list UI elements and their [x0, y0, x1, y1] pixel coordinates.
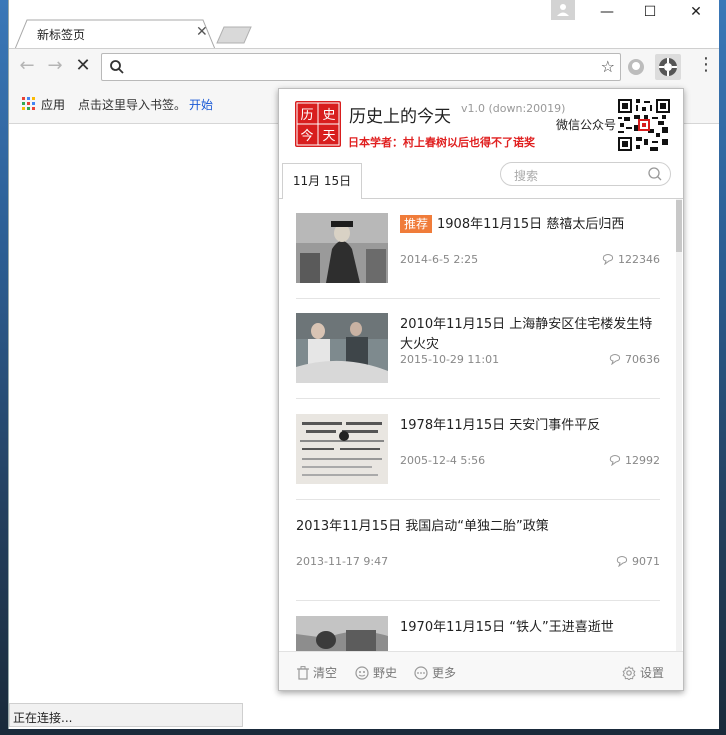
comment-count-value: 12992: [625, 454, 660, 467]
app-logo: 历 史 今 天: [295, 101, 341, 147]
item-date: 2005-12-4 5:56: [400, 454, 486, 467]
list-scrollbar-thumb[interactable]: [676, 200, 682, 252]
history-extension-button[interactable]: [655, 54, 681, 80]
back-button[interactable]: ←: [15, 55, 39, 76]
list-item[interactable]: 2010年11月15日 上海静安区住宅楼发生特大火灾 2015-10-29 11…: [296, 299, 660, 399]
forward-button[interactable]: →: [43, 55, 67, 76]
search-icon: [110, 60, 124, 74]
comment-count: 70636: [609, 353, 660, 366]
list-item[interactable]: 1978年11月15日 天安门事件平反 2005-12-4 5:56 12992: [296, 400, 660, 500]
popup-caret: [658, 89, 674, 96]
popup-footer: 清空 野史 更多 设置: [279, 651, 683, 690]
list-item[interactable]: 1970年11月15日 “铁人”王进喜逝世: [296, 602, 660, 651]
apps-grid-icon[interactable]: [22, 97, 36, 111]
item-date: 2013-11-17 9:47: [296, 555, 389, 568]
title-bar: 新标签页 ✕ — ☐ ✕: [9, 0, 719, 49]
item-title: 1978年11月15日 天安门事件平反: [400, 418, 601, 433]
item-title: 2010年11月15日 上海静安区住宅楼发生特大火灾: [400, 317, 653, 352]
history-extension-icon: [659, 58, 677, 76]
gear-icon: [622, 666, 636, 681]
status-bar: 正在连接...: [9, 703, 243, 727]
maximize-button[interactable]: ☐: [635, 4, 665, 20]
comment-icon: [609, 354, 621, 365]
history-list: 推荐 1908年11月15日 慈禧太后归西 2014-6-5 2:25 12234…: [279, 199, 683, 651]
settings-label: 设置: [640, 666, 665, 680]
clear-label: 清空: [313, 666, 338, 680]
tab-title: 新标签页: [37, 28, 86, 42]
comment-icon: [616, 556, 628, 567]
stop-button[interactable]: ✕: [71, 55, 95, 76]
history-today-popup: 历 史 今 天 历史上的今天 v1.0 (down:20019) 日本学者：村上…: [278, 88, 684, 691]
item-thumbnail: [296, 213, 388, 283]
comment-icon: [609, 455, 621, 466]
app-title: 历史上的今天: [349, 107, 451, 127]
comment-count: 12992: [609, 454, 660, 467]
list-item[interactable]: 2013年11月15日 我国启动“单独二胎”政策 2013-11-17 9:47…: [296, 501, 660, 601]
trash-icon: [297, 666, 309, 680]
item-date: 2015-10-29 11:01: [400, 353, 500, 366]
search-icon[interactable]: [647, 166, 663, 182]
more-button[interactable]: 更多: [414, 664, 456, 681]
logo-char: 今: [300, 128, 313, 144]
logo-char: 史: [322, 108, 335, 123]
wild-history-label: 野史: [373, 666, 398, 680]
wechat-label: 微信公众号: [556, 118, 617, 132]
ghost-icon: [355, 666, 369, 680]
tab-close-icon[interactable]: ✕: [196, 24, 208, 40]
wechat-qr-code: [618, 99, 670, 151]
minimize-button[interactable]: —: [592, 4, 622, 20]
more-label: 更多: [432, 666, 457, 680]
popup-search-input[interactable]: 搜索: [500, 162, 671, 186]
more-icon: [414, 666, 428, 680]
item-thumbnail: [296, 313, 388, 383]
settings-button[interactable]: 设置: [622, 664, 664, 681]
tab-new-tab[interactable]: 新标签页 ✕: [15, 19, 215, 49]
tab-date[interactable]: 11月 15日: [282, 163, 362, 199]
item-thumbnail: [296, 414, 388, 484]
close-window-button[interactable]: ✕: [681, 4, 711, 20]
recommended-badge: 推荐: [400, 215, 433, 233]
comment-count: 9071: [616, 555, 660, 568]
logo-char: 天: [322, 129, 335, 144]
menu-icon[interactable]: ⋮: [697, 54, 715, 75]
item-title: 1908年11月15日 慈禧太后归西: [437, 217, 625, 232]
comment-count-value: 70636: [625, 353, 660, 366]
toolbar: ← → ✕ ☆ ⋮: [9, 48, 719, 86]
comment-count-value: 9071: [632, 555, 660, 568]
bookmark-star-icon[interactable]: ☆: [601, 57, 615, 76]
comment-icon: [602, 254, 614, 265]
item-title: 1970年11月15日 “铁人”王进喜逝世: [400, 620, 614, 635]
comment-count: 122346: [602, 253, 660, 266]
new-tab-button[interactable]: [216, 26, 252, 44]
logo-char: 历: [300, 108, 313, 123]
item-title: 2013年11月15日 我国启动“单独二胎”政策: [296, 519, 549, 534]
profile-button[interactable]: [551, 0, 575, 20]
list-item[interactable]: 推荐 1908年11月15日 慈禧太后归西 2014-6-5 2:25 12234…: [296, 199, 660, 299]
comment-count-value: 122346: [618, 253, 660, 266]
search-placeholder: 搜索: [514, 169, 539, 183]
list-scrollbar[interactable]: [676, 199, 682, 651]
headline-ticker[interactable]: 日本学者：村上春树以后也得不了诺奖: [348, 134, 535, 150]
wild-history-button[interactable]: 野史: [355, 664, 397, 681]
item-date: 2014-6-5 2:25: [400, 253, 479, 266]
app-version: v1.0 (down:20019): [461, 102, 566, 115]
item-thumbnail: [296, 616, 388, 651]
address-bar[interactable]: ☆: [101, 53, 621, 81]
import-start-link[interactable]: 开始: [189, 96, 213, 113]
extension-icon[interactable]: [627, 58, 645, 76]
apps-label[interactable]: 应用: [41, 96, 65, 113]
person-icon: [557, 4, 569, 16]
clear-button[interactable]: 清空: [297, 664, 337, 681]
import-bookmarks-hint: 点击这里导入书签。: [78, 98, 187, 112]
